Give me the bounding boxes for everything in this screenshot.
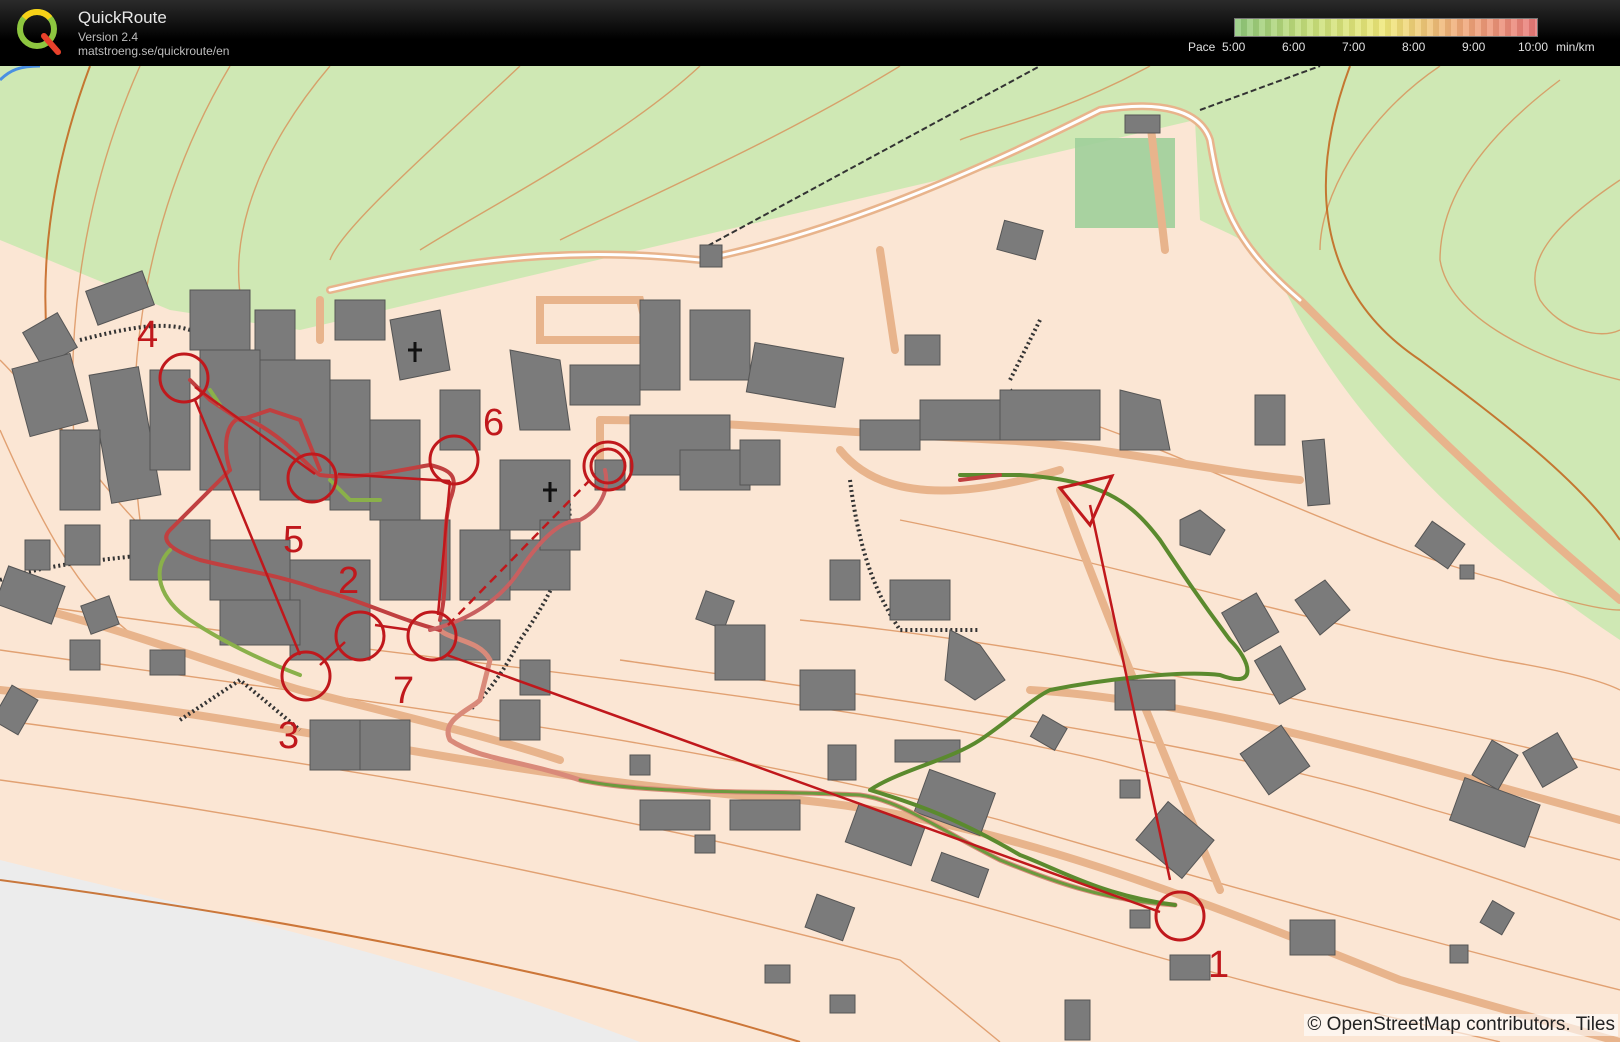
pace-tick: 7:00 [1342, 40, 1366, 54]
pace-label: Pace [1188, 40, 1216, 54]
control-label: 5 [283, 519, 304, 561]
app-url[interactable]: matstroeng.se/quickroute/en [78, 44, 229, 58]
control-label: 4 [137, 314, 158, 356]
app-version: Version 2.4 [78, 30, 139, 44]
pace-tick: 10:00 [1518, 40, 1549, 54]
control-label: 2 [338, 560, 359, 602]
control-label: 7 [393, 670, 414, 712]
control-label: 6 [483, 402, 504, 444]
control-label: 1 [1208, 944, 1229, 986]
app-name: QuickRoute [78, 8, 167, 27]
pace-unit: min/km [1556, 40, 1595, 54]
map-canvas[interactable]: 1 2 3 4 5 6 7 [0, 66, 1620, 1042]
pace-tick: 6:00 [1282, 40, 1306, 54]
control-label: 3 [278, 715, 299, 757]
header-bar: QuickRoute Version 2.4 matstroeng.se/qui… [0, 0, 1620, 66]
quickroute-logo-icon [17, 9, 61, 55]
pace-tick: 5:00 [1222, 40, 1246, 54]
quickroute-window: QuickRoute Version 2.4 matstroeng.se/qui… [0, 0, 1620, 1042]
map-attribution[interactable]: © OpenStreetMap contributors. Tiles [1304, 1014, 1618, 1036]
pace-tick: 8:00 [1402, 40, 1426, 54]
pace-color-scale [1234, 18, 1538, 37]
pace-tick: 9:00 [1462, 40, 1486, 54]
